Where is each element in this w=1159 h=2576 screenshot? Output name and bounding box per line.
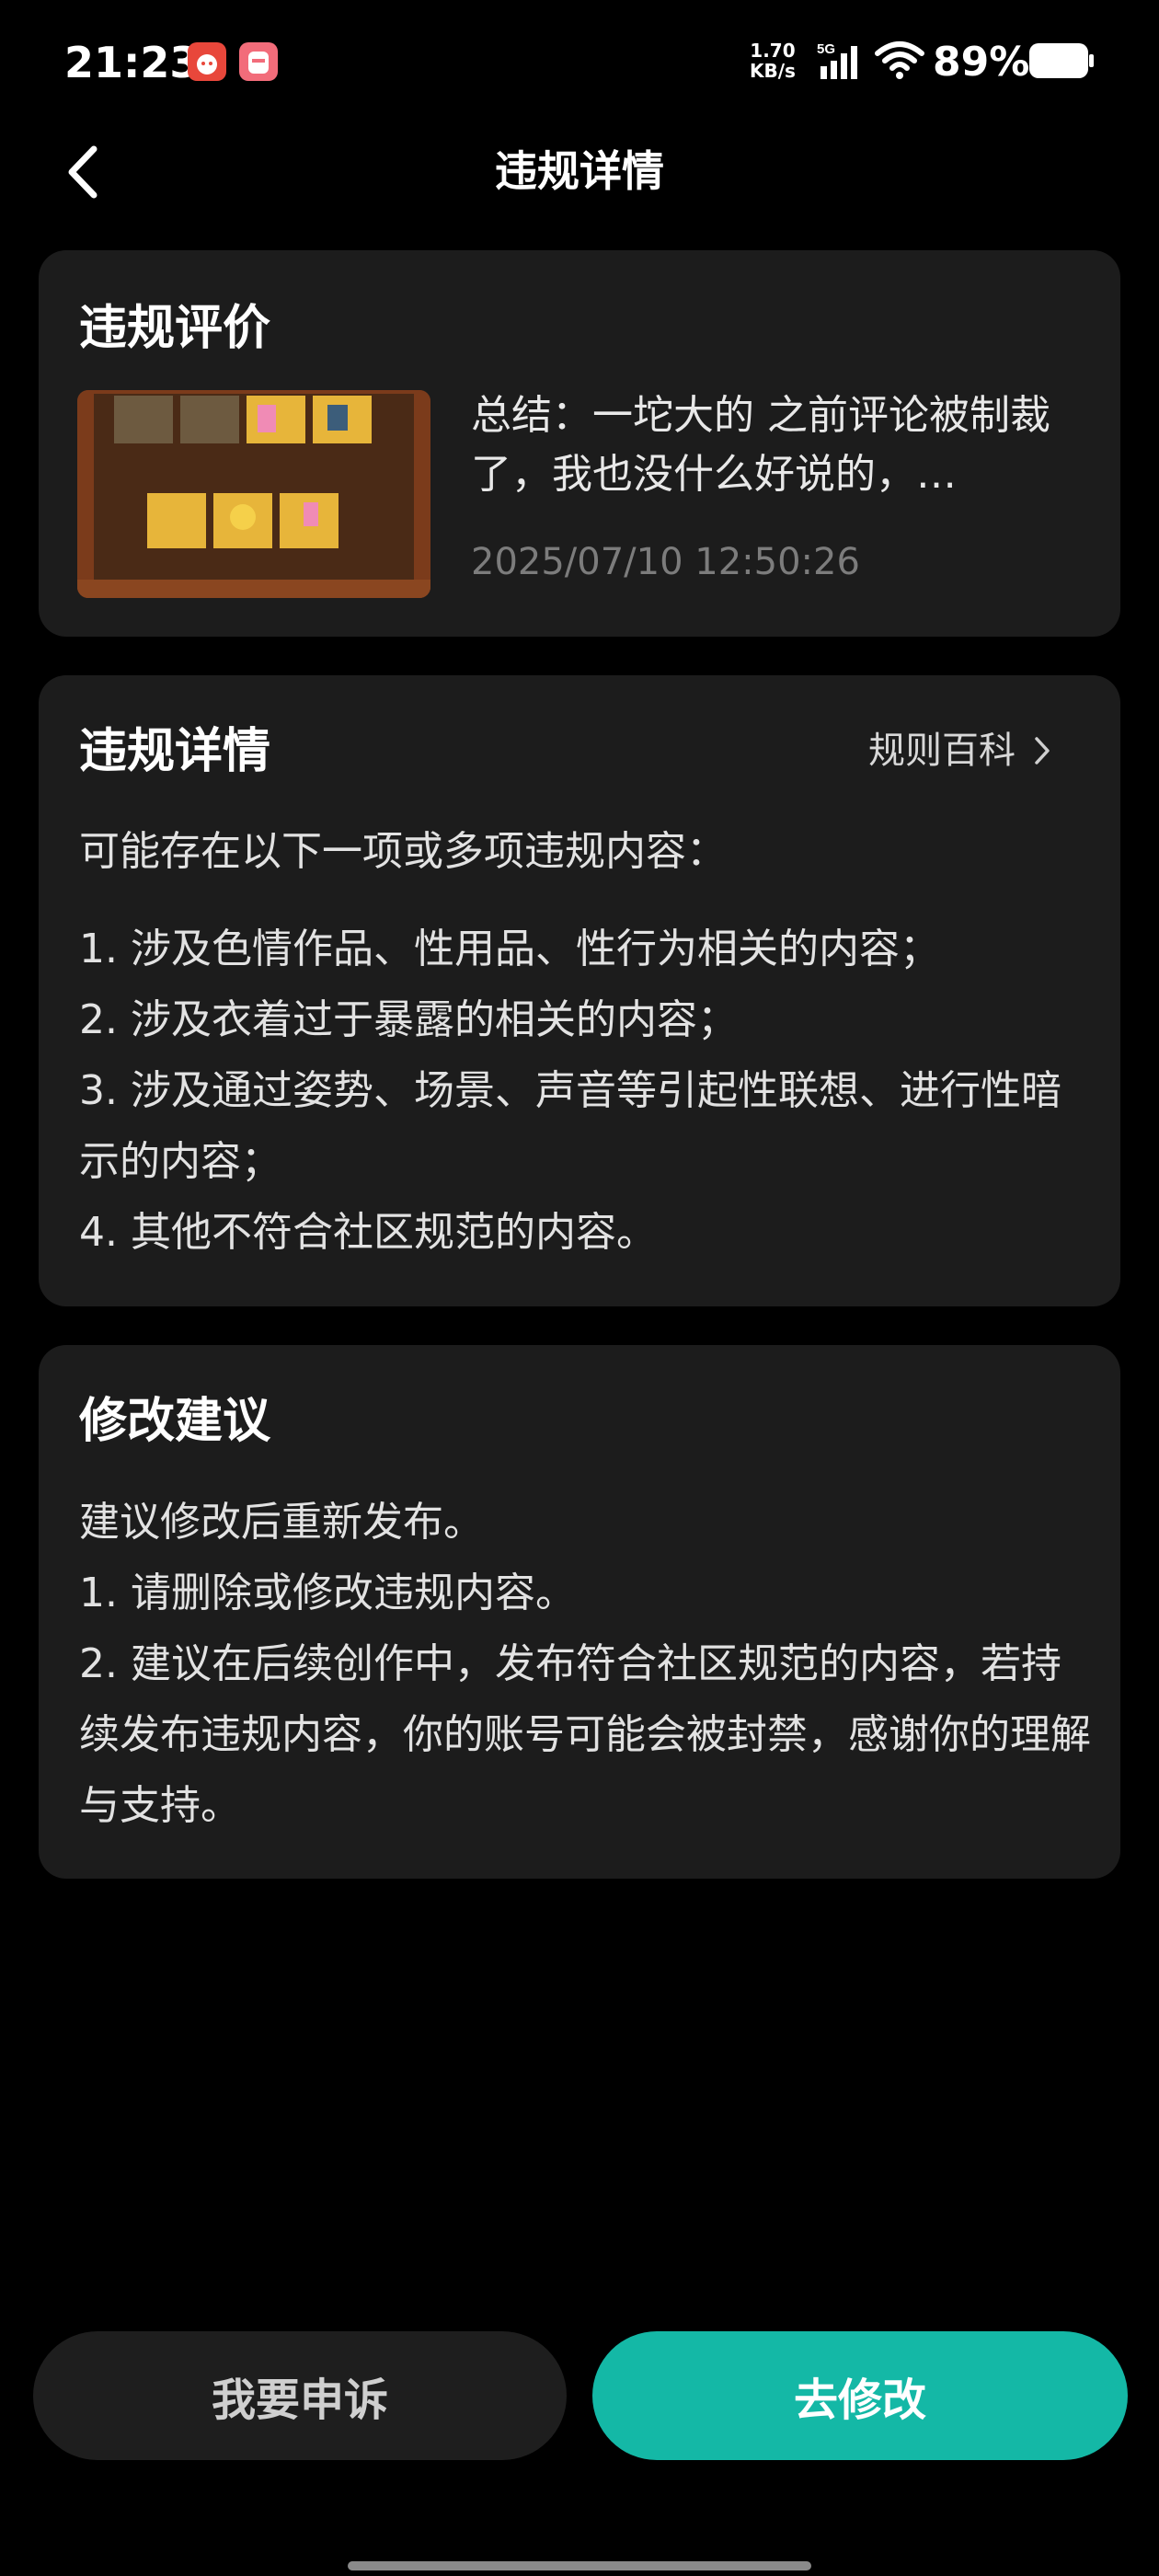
net-speed-unit: KB/s [750,60,796,82]
details-list: 1. 涉及色情作品、性用品、性行为相关的内容； 2. 涉及衣着过于暴露的相关的内… [79,914,1091,1268]
list-item: 4. 其他不符合社区规范的内容。 [79,1209,657,1256]
details-card-title: 违规详情 [79,724,271,779]
review-text: 总结：一坨大的 之前评论被制裁了，我也没什么好说的，… [471,392,1050,498]
network-type-label: 5G [817,41,835,57]
details-intro: 可能存在以下一项或多项违规内容： [79,828,727,875]
suggestion-card-title: 修改建议 [79,1394,271,1449]
chevron-right-icon [1035,737,1050,765]
wifi-icon [874,40,925,85]
list-item: 2. 涉及衣着过于暴露的相关的内容； [79,996,738,1043]
review-card-title: 违规评价 [79,301,271,356]
list-item: 3. 涉及通过姿势、场景、声音等引起性联想、进行性暗示的内容； [79,1067,1061,1185]
rule-wiki-label: 规则百科 [868,730,1016,772]
page-title: 违规详情 [495,146,664,196]
list-item: 1. 涉及色情作品、性用品、性行为相关的内容； [79,926,940,972]
battery-icon [1028,42,1095,79]
modify-button[interactable]: 去修改 [592,2331,1128,2460]
appeal-button[interactable]: 我要申诉 [33,2331,567,2460]
net-speed: 1.70 KB/s [750,40,796,81]
status-time: 21:23 [64,38,200,87]
review-thumbnail[interactable] [77,390,430,598]
battery-percent: 89% [933,39,1030,86]
app-notification-icon [188,42,226,81]
rule-wiki-link[interactable]: 规则百科 [868,723,1050,778]
app-notification-icon [239,42,278,81]
suggestion-line: 建议修改后重新发布。 [79,1499,484,1546]
suggestion-text: 建议修改后重新发布。 1. 请删除或修改违规内容。 2. 建议在后续创作中，发布… [79,1487,1091,1841]
net-speed-value: 1.70 [750,40,796,62]
review-timestamp: 2025/07/10 12:50:26 [471,541,860,583]
suggestion-line: 1. 请删除或修改违规内容。 [79,1570,576,1616]
signal-icon: 5G [817,40,863,85]
suggestion-line: 2. 建议在后续创作中，发布符合社区规范的内容，若持续发布违规内容，你的账号可能… [79,1640,1091,1829]
home-indicator[interactable] [348,2561,811,2570]
